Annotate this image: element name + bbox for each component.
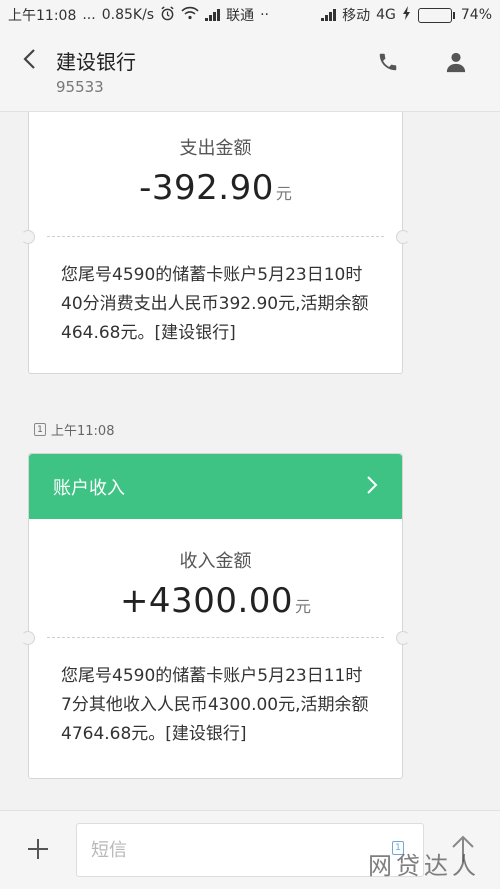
person-icon [446,52,466,73]
amount-label: 支出金额 [179,138,252,159]
timestamp-text: 上午11:08 [51,424,115,439]
amount-section: 支出金额 -392.90 元 [29,112,402,236]
message-card-income[interactable]: 账户收入 收入金额 +4300.00 元 您尾号4590的储蓄卡账户5月23日11… [21,453,410,779]
attach-button[interactable] [22,833,54,865]
chevron-left-icon [23,49,35,69]
amount-section: 收入金额 +4300.00 元 [29,519,402,637]
call-button[interactable] [372,46,404,78]
chevron-right-icon [366,473,378,501]
battery-icon [417,7,455,23]
message-text: 您尾号4590的储蓄卡账户5月23日10时40分消费支出人民币392.90元,活… [61,265,369,343]
plus-icon [28,839,48,859]
contact-button[interactable] [440,46,472,78]
message-timestamp: 1 上午11:08 [34,420,114,439]
network-speed: 0.85K/s [101,7,155,23]
battery-percent: 74% [460,7,492,23]
message-card-expense[interactable]: 支出金额 -392.90 元 您尾号4590的储蓄卡账户5月23日10时40分消费… [21,112,410,374]
message-text: 您尾号4590的储蓄卡账户5月23日11时7分其他收入人民币4300.00元,活… [61,666,369,744]
amount-label: 收入金额 [179,551,252,572]
conversation-header: 建设银行 95533 [0,30,500,112]
sender-number: 95533 [56,78,104,96]
amount-value: +4300.00 [119,581,294,621]
carrier-1-suffix: ·· [260,7,269,23]
card-header-title: 账户收入 [53,477,125,499]
status-bar: 上午11:08 ... 0.85K/s 联通 ·· 移动 4G 74% [0,0,500,30]
amount-unit: 元 [295,597,312,616]
phone-icon [379,53,397,71]
network-type: 4G [376,7,396,23]
alarm-icon [160,5,175,25]
watermark-text: 网贷达人 [368,852,480,880]
wifi-icon [181,6,199,24]
status-dots: ... [82,7,96,23]
signal-icon-2 [321,9,337,21]
amount-value: -392.90 [139,168,274,208]
signal-icon-1 [205,9,221,21]
message-list[interactable]: 支出金额 -392.90 元 您尾号4590的储蓄卡账户5月23日10时40分消费… [0,112,500,810]
amount-unit: 元 [275,184,292,203]
perforation-divider [21,631,410,645]
income-card-header[interactable]: 账户收入 [29,454,402,519]
carrier-1: 联通 [226,8,255,24]
back-button[interactable] [14,44,44,74]
status-time: 上午11:08 [8,8,77,24]
conversation-title: 建设银行 [56,50,136,74]
charging-icon [402,6,412,24]
perforation-divider [21,230,410,244]
sim-card-icon: 1 [34,423,46,436]
carrier-2: 移动 [342,8,371,24]
